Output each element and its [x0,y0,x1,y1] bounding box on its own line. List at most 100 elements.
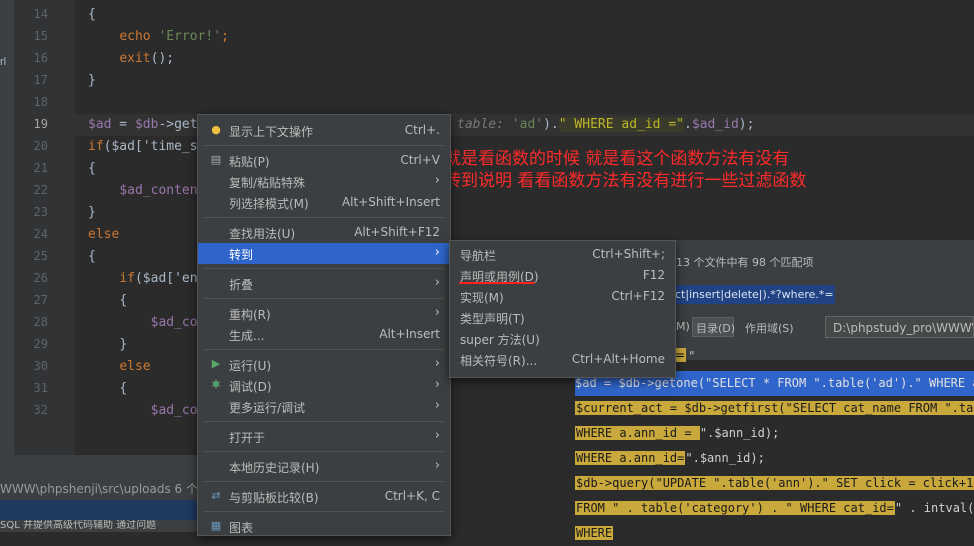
submenu-item-super-method[interactable]: super 方法(U) [450,328,675,349]
run-icon: ▶ [211,357,221,370]
submenu-item-type-declaration[interactable]: 类型声明(T) [450,307,675,328]
project-panel-text: rl [0,56,7,68]
code-line-26[interactable]: if($ad['en [88,268,197,290]
code-line-22[interactable]: $ad_conten [88,180,197,202]
match-count: 13 个文件中有 98 个匹配项 [676,256,814,269]
menu-separator [204,217,444,218]
line-number: 29 [33,337,48,351]
lightbulb-icon: ● [211,123,221,136]
line-number: 26 [33,271,48,285]
diagram-icon: ▦ [210,519,222,532]
option-directory[interactable]: 目录(D) [696,320,735,336]
menu-separator [204,268,444,269]
result-trailing-text: ".$ann_id); [685,451,765,465]
result-row[interactable]: $current_act = $db->getfirst("SELECT cat… [575,396,974,421]
code-line-21[interactable]: { [88,158,96,180]
code-line-30[interactable]: else [88,356,150,378]
line-number: 19 [33,117,48,131]
code-line-29[interactable]: } [88,334,127,356]
result-row[interactable]: WHERE a.ann_id = ".$ann_id); [575,421,974,446]
line-number: 15 [33,29,48,43]
result-match-text: $current_act = $db->getfirst("SELECT cat… [575,401,974,415]
debug-icon: ✱ [211,378,221,391]
code-line-31[interactable]: { [88,378,127,400]
menu-item-local-history[interactable]: 本地历史记录(H) › [198,456,450,477]
chevron-right-icon: › [434,377,440,392]
code-line-24[interactable]: else [88,224,119,246]
code-line-32[interactable]: $ad_co [88,400,198,422]
chevron-right-icon: › [434,245,440,260]
menu-item-paste[interactable]: ▤ 粘贴(P) Ctrl+V [198,150,450,171]
code-line-23[interactable]: } [88,202,96,224]
editor-context-menu: ● 显示上下文操作 Ctrl+. ▤ 粘贴(P) Ctrl+V 复制/粘贴特殊 … [197,114,451,536]
bottom-panel-header [0,455,197,478]
option-module[interactable]: M) [676,320,690,333]
line-number: 24 [33,227,48,241]
submenu-item-navigation-bar[interactable]: 导航栏 Ctrl+Shift+; [450,244,675,265]
chevron-right-icon: › [434,305,440,320]
line-number: 22 [33,183,48,197]
compare-icon: ⇄ [211,489,221,502]
menu-item-refactor[interactable]: 重构(R) › [198,303,450,324]
code-line-20[interactable]: if($ad['time_s [88,136,198,158]
line-number: 25 [33,249,48,263]
result-trailing-text: " . intval($cid)); [894,501,974,515]
menu-item-show-context-actions[interactable]: ● 显示上下文操作 Ctrl+. [198,120,450,141]
menu-item-compare-clipboard[interactable]: ⇄ 与剪贴板比较(B) Ctrl+K, C [198,486,450,507]
menu-separator [204,349,444,350]
chevron-right-icon: › [434,458,440,473]
line-number: 14 [33,7,48,21]
code-line-14[interactable]: { [88,4,96,26]
menu-separator [204,481,444,482]
menu-item-debug[interactable]: ✱ 调试(D) › [198,375,450,396]
line-number: 27 [33,293,48,307]
result-trailing-text: ".$ann_id); [699,426,780,440]
menu-item-more-run-debug[interactable]: 更多运行/调试 › [198,396,450,417]
code-line-27[interactable]: { [88,290,127,312]
chevron-right-icon: › [434,356,440,371]
directory-path-field[interactable]: D:\phpstudy_pro\WWW\ [825,316,974,338]
submenu-item-related-symbol[interactable]: 相关符号(R)... Ctrl+Alt+Home [450,349,675,370]
menu-item-generate[interactable]: 生成... Alt+Insert [198,324,450,345]
search-pattern-input[interactable]: ct|insert|delete|).*?where.*= [674,285,835,304]
line-number: 30 [33,359,48,373]
code-line-25[interactable]: { [88,246,96,268]
line-number: 20 [33,139,48,153]
paste-icon: ▤ [210,153,222,166]
menu-item-copy-paste-special[interactable]: 复制/粘贴特殊 › [198,171,450,192]
menu-item-find-usages[interactable]: 查找用法(U) Alt+Shift+F12 [198,222,450,243]
line-number: 21 [33,161,48,175]
submenu-item-implementation[interactable]: 实现(M) Ctrl+F12 [450,286,675,307]
line-number: 31 [33,381,48,395]
status-hint-bar: SQL 并提供高级代码辅助 通过问题 [0,520,200,532]
chevron-right-icon: › [434,428,440,443]
bottom-path-bar: WWW\phpshenji\src\uploads 6 个 [0,478,200,500]
result-match-text: $db->query("UPDATE ".table('ann')." SET … [575,476,974,490]
menu-item-column-selection[interactable]: 列选择模式(M) Alt+Shift+Insert [198,192,450,213]
annotation-line-2: 进行转到说明 看看函数方法有没有进行一些过滤函数 [410,171,807,191]
menu-separator [204,145,444,146]
code-line-17[interactable]: } [88,70,96,92]
result-row[interactable]: WHERE a.ann_id=".$ann_id); [575,446,974,471]
code-line-19[interactable]: $ad = $db->get [88,114,198,136]
menu-item-folding[interactable]: 折叠 › [198,273,450,294]
annotation-underline [459,282,535,284]
result-row[interactable]: WHERE [575,521,974,546]
code-line-15[interactable]: echo 'Error!'; [88,26,229,48]
chevron-right-icon: › [434,398,440,413]
code-line-19-tail[interactable]: table: 'ad')." WHERE ad_id =".$ad_id); [457,114,754,136]
menu-item-open-in[interactable]: 打开于 › [198,426,450,447]
menu-separator [204,511,444,512]
code-line-16[interactable]: exit(); [88,48,174,70]
menu-item-run[interactable]: ▶ 运行(U) › [198,354,450,375]
menu-item-goto[interactable]: 转到 › [198,243,450,264]
option-scope[interactable]: 作用域(S) [745,320,794,336]
result-row[interactable]: $db->query("UPDATE ".table('ann')." SET … [575,471,974,496]
result-row[interactable]: FROM " . table('category') . " WHERE cat… [575,496,974,521]
find-in-files-panel: 13 个文件中有 98 个匹配项 ct|insert|delete|).*?wh… [674,240,974,363]
result-match-text: FROM " . table('category') . " WHERE cat… [575,501,895,515]
chevron-right-icon: › [434,173,440,188]
code-line-28[interactable]: $ad_co [88,312,198,334]
line-number: 32 [33,403,48,417]
menu-item-diagram[interactable]: ▦ 图表 [198,516,450,537]
